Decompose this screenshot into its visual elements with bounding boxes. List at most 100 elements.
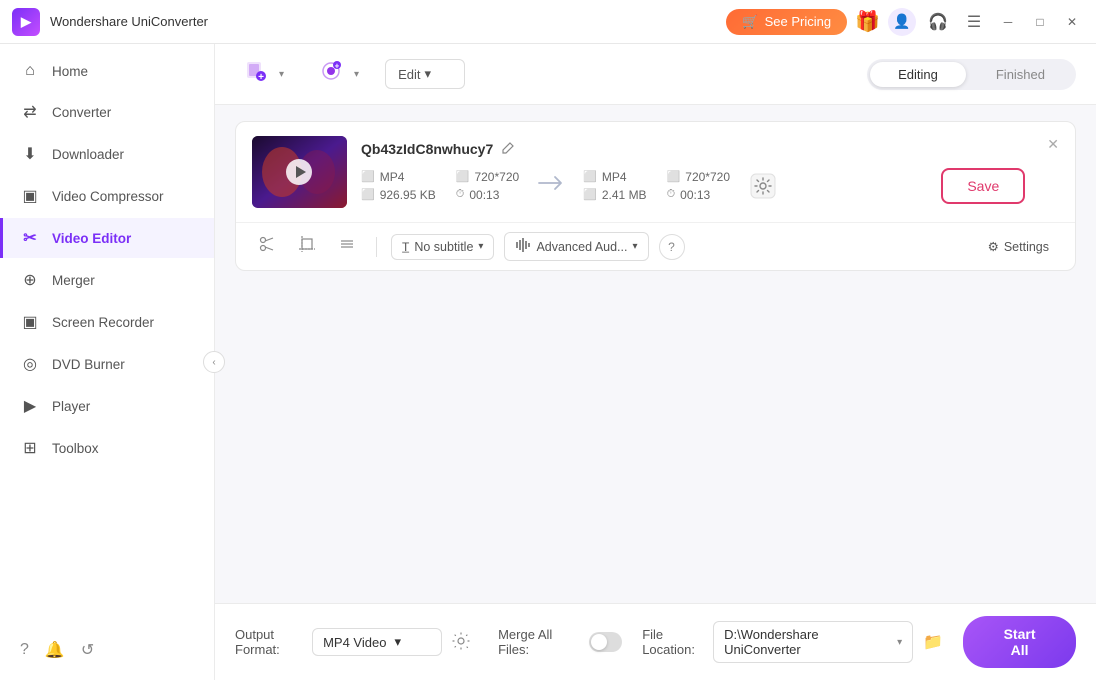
res-icon: ⬜ (456, 170, 470, 183)
output-format-label: Output Format: (235, 627, 302, 657)
edit-dropdown-icon: ▾ (424, 66, 431, 82)
output-size: ⬜ 2.41 MB (583, 188, 646, 202)
file-name-row: Qb43zIdC8nwhucy7 (361, 141, 1025, 158)
headset-icon[interactable]: 🎧 (924, 8, 952, 36)
merge-toggle-knob (591, 634, 607, 650)
app-title: Wondershare UniConverter (50, 14, 208, 29)
source-format: ⬜ MP4 (361, 170, 436, 184)
add-file-icon: + (245, 60, 267, 88)
video-editor-icon: ✂ (20, 228, 40, 248)
settings-button[interactable]: ⚙ Settings (978, 234, 1059, 259)
gift-icon[interactable]: 🎁 (855, 9, 880, 34)
source-res-dur: ⬜ 720*720 ⏱ 00:13 (456, 170, 519, 202)
format-select-icon: ▾ (394, 634, 401, 650)
record-icon: + (320, 60, 342, 88)
see-pricing-button[interactable]: 🛒 See Pricing (726, 9, 847, 35)
record-dropdown-icon: ▾ (354, 69, 359, 80)
sidebar-item-screen-recorder[interactable]: ▣ Screen Recorder (0, 302, 214, 342)
output-settings-icon[interactable] (452, 632, 470, 653)
dvd-burner-icon: ◎ (20, 354, 40, 374)
out-res-icon: ⬜ (667, 170, 681, 183)
output-format-select[interactable]: MP4 Video ▾ (312, 628, 442, 656)
edit-dropdown[interactable]: Edit ▾ (385, 59, 465, 89)
screen-recorder-icon: ▣ (20, 312, 40, 332)
file-card-top: Qb43zIdC8nwhucy7 (236, 122, 1075, 223)
sidebar: ⌂ Home ⇄ Converter ⬇ Downloader ▣ Video … (0, 44, 215, 680)
output-format: ⬜ MP4 (583, 170, 646, 184)
titlebar-right: 🛒 See Pricing 🎁 👤 🎧 ☰ ─ □ ✕ (726, 8, 1084, 36)
notification-icon[interactable]: 🔔 (45, 640, 65, 660)
merge-files-label: Merge All Files: (498, 627, 579, 657)
source-resolution: ⬜ 720*720 (456, 170, 519, 184)
menu-icon[interactable]: ☰ (960, 8, 988, 36)
source-duration: ⏱ 00:13 (456, 188, 519, 202)
folder-icon[interactable]: 📁 (923, 632, 943, 652)
location-dropdown-icon: ▾ (897, 637, 902, 648)
tab-finished[interactable]: Finished (968, 62, 1073, 87)
effects-button[interactable] (332, 231, 362, 262)
file-specs: ⬜ MP4 ⬜ 926.95 KB ⬜ (361, 168, 1025, 204)
add-file-dropdown-icon: ▾ (279, 69, 284, 80)
tab-editing[interactable]: Editing (870, 62, 966, 87)
refresh-icon[interactable]: ↺ (81, 640, 94, 660)
edit-filename-icon[interactable] (501, 141, 515, 158)
format-icon: ⬜ (361, 170, 375, 183)
sidebar-bottom: ? 🔔 ↺ (0, 628, 214, 672)
output-res-dur: ⬜ 720*720 ⏱ 00:13 (667, 170, 730, 202)
file-location-field: File Location: D:\Wondershare UniConvert… (642, 621, 943, 663)
output-specs: ⬜ MP4 ⬜ 2.41 MB (583, 170, 646, 202)
tab-switch: Editing Finished (867, 59, 1076, 90)
toolbox-icon: ⊞ (20, 438, 40, 458)
sidebar-item-video-editor[interactable]: ✂ Video Editor (0, 218, 214, 258)
sidebar-item-player[interactable]: ▶ Player (0, 386, 214, 426)
dur-icon: ⏱ (456, 188, 465, 201)
close-button[interactable]: ✕ (1060, 10, 1084, 34)
thumbnail-image (252, 136, 347, 208)
out-size-icon: ⬜ (583, 188, 597, 201)
add-file-button[interactable]: + ▾ (235, 54, 294, 94)
close-card-button[interactable]: ✕ (1047, 136, 1059, 153)
subtitle-button[interactable]: T̲ No subtitle ▾ (391, 234, 494, 260)
sidebar-item-downloader[interactable]: ⬇ Downloader (0, 134, 214, 174)
tool-separator (376, 237, 377, 257)
file-location-label: File Location: (642, 627, 703, 657)
sidebar-item-dvd-burner[interactable]: ◎ DVD Burner (0, 344, 214, 384)
sidebar-item-merger[interactable]: ⊕ Merger (0, 260, 214, 300)
start-all-button[interactable]: Start All (963, 616, 1076, 668)
file-location-input[interactable]: D:\Wondershare UniConverter ▾ (713, 621, 913, 663)
source-specs: ⬜ MP4 ⬜ 926.95 KB (361, 170, 436, 202)
settings-icon: ⚙ (988, 239, 999, 254)
bottom-bar: Output Format: MP4 Video ▾ Merge All Fil… (215, 603, 1096, 680)
output-format-field: Output Format: MP4 Video ▾ (235, 627, 470, 657)
maximize-button[interactable]: □ (1028, 10, 1052, 34)
audio-button[interactable]: Advanced Aud... ▾ (504, 232, 648, 261)
sidebar-item-converter[interactable]: ⇄ Converter (0, 92, 214, 132)
crop-button[interactable] (292, 231, 322, 262)
user-avatar-icon: 👤 (893, 13, 910, 30)
save-button[interactable]: Save (941, 168, 1025, 204)
file-card: Qb43zIdC8nwhucy7 (235, 121, 1076, 271)
add-record-button[interactable]: + ▾ (310, 54, 369, 94)
sidebar-collapse-button[interactable]: ‹ (203, 351, 225, 373)
video-compressor-icon: ▣ (20, 186, 40, 206)
sidebar-item-toolbox[interactable]: ⊞ Toolbox (0, 428, 214, 468)
info-button[interactable]: ? (659, 234, 685, 260)
merge-toggle[interactable] (589, 632, 622, 652)
titlebar-left: ▶ Wondershare UniConverter (12, 8, 208, 36)
sidebar-item-video-compressor[interactable]: ▣ Video Compressor (0, 176, 214, 216)
file-info: Qb43zIdC8nwhucy7 (361, 141, 1025, 204)
file-area: Qb43zIdC8nwhucy7 (215, 105, 1096, 603)
app-logo: ▶ (12, 8, 40, 36)
minimize-button[interactable]: ─ (996, 10, 1020, 34)
cart-icon: 🛒 (742, 14, 758, 30)
card-settings-icon-wrap[interactable] (750, 173, 776, 199)
subtitle-dropdown-icon: ▾ (478, 241, 483, 252)
help-icon[interactable]: ? (20, 641, 29, 659)
sidebar-item-home[interactable]: ⌂ Home (0, 52, 214, 90)
output-duration: ⏱ 00:13 (667, 188, 730, 202)
file-card-bottom: T̲ No subtitle ▾ (236, 223, 1075, 270)
cut-button[interactable] (252, 231, 282, 262)
output-resolution: ⬜ 720*720 (667, 170, 730, 184)
converter-icon: ⇄ (20, 102, 40, 122)
user-icon[interactable]: 👤 (888, 8, 916, 36)
